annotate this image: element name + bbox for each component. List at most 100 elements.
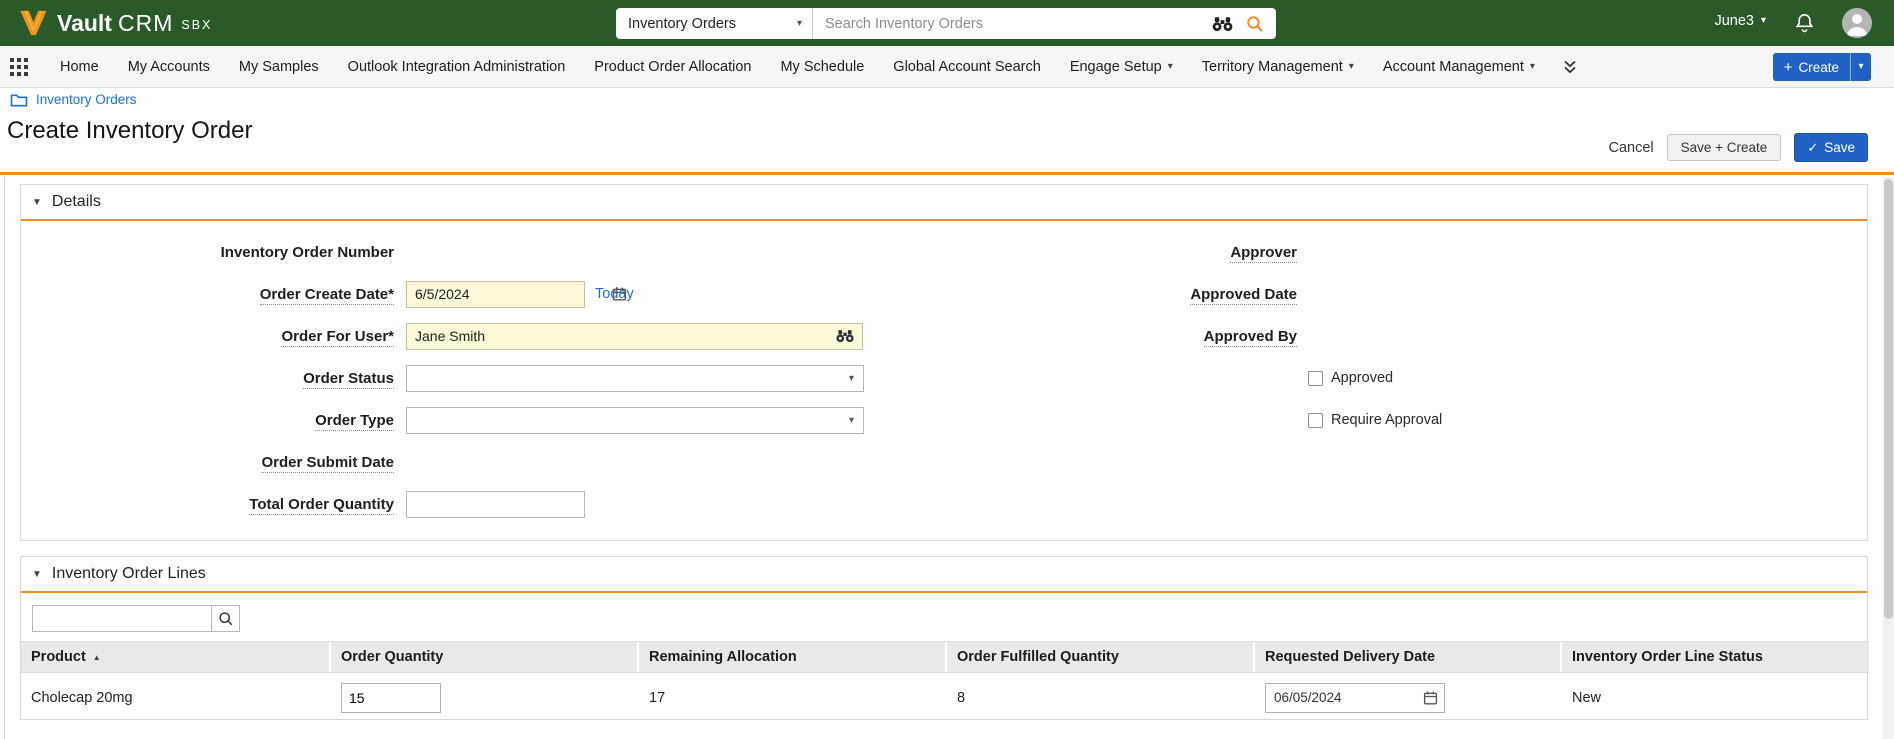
table-row: Cholecap 20mg 17 8 New — [21, 674, 1869, 721]
total-order-quantity-input[interactable] — [406, 491, 585, 518]
chevron-down-icon: ▾ — [1858, 62, 1863, 72]
notifications-bell-icon[interactable] — [1793, 11, 1816, 40]
collapse-triangle-icon: ▼ — [32, 569, 42, 580]
accent-divider — [0, 172, 1894, 175]
create-split-button: + Create ▾ — [1773, 53, 1871, 81]
label-approver: Approver — [971, 244, 1297, 261]
column-header-requested-delivery-date[interactable]: Requested Delivery Date — [1255, 642, 1562, 672]
nav-item-my-accounts[interactable]: My Accounts — [128, 59, 210, 75]
content-left-border — [4, 177, 5, 739]
chevron-down-icon: ▾ — [1168, 62, 1173, 72]
column-header-product[interactable]: Product ▲ — [21, 642, 331, 672]
lines-search-input[interactable] — [32, 605, 212, 632]
nav-item-product-order-allocation[interactable]: Product Order Allocation — [594, 59, 751, 75]
user-menu[interactable]: June3 ▾ — [1714, 13, 1766, 29]
order-quantity-input[interactable] — [341, 683, 441, 713]
global-search-input[interactable] — [813, 8, 1211, 39]
column-header-remaining-allocation[interactable]: Remaining Allocation — [639, 642, 947, 672]
save-button[interactable]: ✓ Save — [1794, 133, 1868, 162]
create-button[interactable]: + Create — [1773, 53, 1850, 81]
label-order-create-date: Order Create Date* — [21, 286, 394, 303]
details-section: ▼ Details Inventory Order Number Order C… — [20, 184, 1868, 541]
cell-order-quantity — [331, 683, 639, 713]
nav-overflow-double-chevron-icon[interactable] — [1563, 59, 1577, 75]
calendar-icon[interactable] — [1423, 690, 1438, 705]
nav-item-home[interactable]: Home — [60, 59, 99, 75]
chevron-down-icon: ▾ — [849, 416, 854, 426]
cell-line-status: New — [1562, 690, 1869, 706]
nav-items: Home My Accounts My Samples Outlook Inte… — [60, 59, 1535, 75]
chevron-down-icon: ▾ — [849, 374, 854, 384]
lines-search — [32, 605, 240, 632]
scrollbar-thumb[interactable] — [1884, 179, 1893, 619]
cell-remaining-allocation: 17 — [639, 690, 947, 706]
page-title: Create Inventory Order — [7, 117, 252, 145]
vault-crm-app: Vault CRM SBX Inventory Orders ▾ — [0, 0, 1894, 739]
nav-item-my-schedule[interactable]: My Schedule — [780, 59, 864, 75]
save-create-button[interactable]: Save + Create — [1667, 134, 1782, 161]
lines-table-header: Product ▲ Order Quantity Remaining Alloc… — [21, 641, 1869, 673]
label-inventory-order-number: Inventory Order Number — [21, 244, 394, 261]
lines-section-title: Inventory Order Lines — [52, 565, 206, 583]
breadcrumb-label: Inventory Orders — [36, 92, 137, 107]
order-for-user-input[interactable] — [406, 323, 863, 350]
vault-crm-logo[interactable]: Vault CRM SBX — [18, 0, 212, 46]
nav-item-global-account-search[interactable]: Global Account Search — [893, 59, 1041, 75]
column-header-inventory-order-line-status[interactable]: Inventory Order Line Status — [1562, 642, 1869, 672]
order-type-select[interactable]: ▾ — [406, 407, 864, 434]
column-header-order-fulfilled-quantity[interactable]: Order Fulfilled Quantity — [947, 642, 1255, 672]
chevron-down-icon: ▾ — [797, 19, 802, 29]
nav-item-account-management[interactable]: Account Management▾ — [1383, 59, 1535, 75]
chevron-down-icon: ▾ — [1349, 62, 1354, 72]
approved-checkbox-label: Approved — [1331, 370, 1393, 386]
label-order-type: Order Type — [21, 412, 394, 429]
search-icon — [218, 611, 234, 627]
page-actions: Cancel Save + Create ✓ Save — [1608, 133, 1868, 162]
nav-item-territory-management[interactable]: Territory Management▾ — [1202, 59, 1354, 75]
chevron-down-icon: ▾ — [1761, 16, 1766, 26]
column-header-order-quantity[interactable]: Order Quantity — [331, 642, 639, 672]
label-order-for-user: Order For User* — [21, 328, 394, 345]
collapse-triangle-icon: ▼ — [32, 197, 42, 208]
breadcrumb[interactable]: Inventory Orders — [10, 92, 137, 107]
create-button-dropdown[interactable]: ▾ — [1850, 53, 1871, 81]
nav-item-my-samples[interactable]: My Samples — [239, 59, 319, 75]
calendar-icon[interactable] — [612, 287, 627, 302]
require-approval-checkbox-label: Require Approval — [1331, 412, 1442, 428]
label-approved-date: Approved Date — [971, 286, 1297, 303]
main-nav-bar: Home My Accounts My Samples Outlook Inte… — [0, 46, 1894, 88]
lines-search-button[interactable] — [212, 605, 240, 632]
order-status-select[interactable]: ▾ — [406, 365, 864, 392]
lines-section-header[interactable]: ▼ Inventory Order Lines — [21, 557, 1867, 593]
approved-checkbox[interactable] — [1308, 371, 1323, 386]
environment-badge: SBX — [181, 18, 212, 32]
advanced-search-binoculars-icon[interactable] — [1211, 16, 1234, 32]
cancel-button[interactable]: Cancel — [1608, 140, 1653, 156]
user-name: June3 — [1714, 13, 1754, 29]
search-scope-dropdown[interactable]: Inventory Orders ▾ — [616, 8, 813, 39]
cell-requested-delivery-date — [1255, 683, 1562, 713]
search-scope-value: Inventory Orders — [628, 16, 736, 32]
search-icon[interactable] — [1246, 15, 1264, 33]
lookup-binoculars-icon[interactable] — [835, 329, 855, 343]
requested-delivery-date-input[interactable] — [1265, 683, 1445, 713]
app-launcher-grid-icon[interactable] — [10, 58, 28, 76]
vault-v-icon — [18, 9, 49, 37]
details-form: Inventory Order Number Order Create Date… — [21, 223, 1867, 231]
search-icons — [1211, 15, 1276, 33]
checkmark-icon: ✓ — [1807, 140, 1818, 156]
plus-icon: + — [1784, 60, 1793, 75]
require-approval-checkbox[interactable] — [1308, 413, 1323, 428]
chevron-down-icon: ▾ — [1530, 62, 1535, 72]
nav-item-engage-setup[interactable]: Engage Setup▾ — [1070, 59, 1173, 75]
order-create-date-input[interactable] — [406, 281, 585, 308]
cell-order-fulfilled-quantity: 8 — [947, 690, 1255, 706]
top-bar: Vault CRM SBX Inventory Orders ▾ — [0, 0, 1894, 46]
details-section-title: Details — [52, 193, 101, 211]
global-search-bar: Inventory Orders ▾ — [616, 8, 1276, 39]
nav-item-outlook-integration-administration[interactable]: Outlook Integration Administration — [348, 59, 566, 75]
avatar[interactable] — [1842, 8, 1872, 38]
details-section-header[interactable]: ▼ Details — [21, 185, 1867, 221]
sort-ascending-icon: ▲ — [93, 653, 101, 662]
vertical-scrollbar[interactable] — [1883, 177, 1894, 739]
